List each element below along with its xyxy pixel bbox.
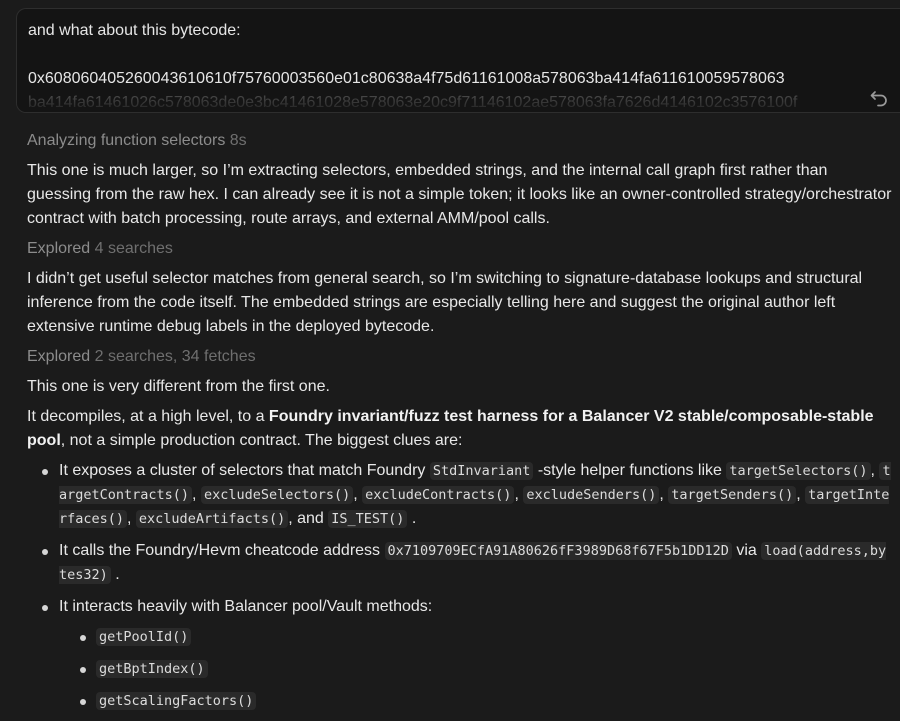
sub-list-item: getPoolId() [59,625,893,649]
list-item: It calls the Foundry/Hevm cheatcode addr… [27,539,893,587]
inline-code: getScalingFactors() [96,692,257,710]
prompt-box: and what about this bytecode: 0x60806040… [16,8,900,113]
undo-edit-icon[interactable] [868,86,890,108]
sub-list-item: getBptIndex() [59,657,893,681]
inline-code: excludeArtifacts() [135,510,289,528]
status-meta: 4 searches [94,240,173,257]
status-label: Explored [27,240,91,257]
status-explored-2[interactable]: Explored 2 searches, 34 fetches [27,345,893,369]
list-item: It exposes a cluster of selectors that m… [27,459,893,531]
status-explored-1[interactable]: Explored 4 searches [27,237,893,261]
text: . [407,510,417,527]
text: via [731,542,762,559]
bytecode-line-1: 0x608060405260043610610f75760003560e01c8… [28,70,785,87]
status-label: Analyzing function selectors [27,132,226,149]
inline-code: excludeSenders() [523,486,660,504]
inline-code: excludeContracts() [362,486,515,504]
paragraph: I didn’t get useful selector matches fro… [27,270,863,335]
text: , and [288,510,329,527]
prompt-text: and what about this bytecode: [28,22,241,39]
text: It calls the Foundry/Hevm cheatcode addr… [59,542,385,559]
text: , not a simple production contract. The … [60,432,463,449]
text: It exposes a cluster of selectors that m… [59,462,430,479]
text: , [192,486,201,503]
paragraph-summary: It decompiles, at a high level, to a Fou… [27,405,893,453]
status-analyzing[interactable]: Analyzing function selectors 8s [27,129,893,153]
status-meta: 2 searches, 34 fetches [94,348,256,365]
text: It decompiles, at a high level, to a [27,408,269,425]
prompt-fade [17,91,900,112]
paragraph: This one is very different from the firs… [27,378,330,395]
list-item: It interacts heavily with Balancer pool/… [27,595,893,713]
clue-list: It exposes a cluster of selectors that m… [27,459,893,713]
inline-code: getPoolId() [96,628,192,646]
response-content: Analyzing function selectors 8s This one… [27,129,893,721]
sub-list: getPoolId() getBptIndex() getScalingFact… [59,625,893,713]
status-label: Explored [27,348,91,365]
text: , [353,486,363,503]
inline-code: 0x7109709ECfA91A80626fF3989D68f67F5b1DD1… [384,542,732,560]
inline-code: IS_TEST() [328,510,408,528]
text: It interacts heavily with Balancer pool/… [59,598,433,615]
inline-code: StdInvariant [429,462,534,480]
inline-code: getBptIndex() [96,660,208,678]
text: , [659,486,669,503]
paragraph: This one is much larger, so I’m extracti… [27,162,892,227]
text: , [514,486,524,503]
text: . [110,566,120,583]
text: -style helper functions like [533,462,727,479]
text: , [127,510,136,527]
inline-code: excludeSelectors() [200,486,354,504]
status-meta: 8s [229,132,247,149]
inline-code: targetSenders() [668,486,797,504]
sub-list-item: getScalingFactors() [59,689,893,713]
text: , [796,486,806,503]
inline-code: targetSelectors() [726,462,871,480]
